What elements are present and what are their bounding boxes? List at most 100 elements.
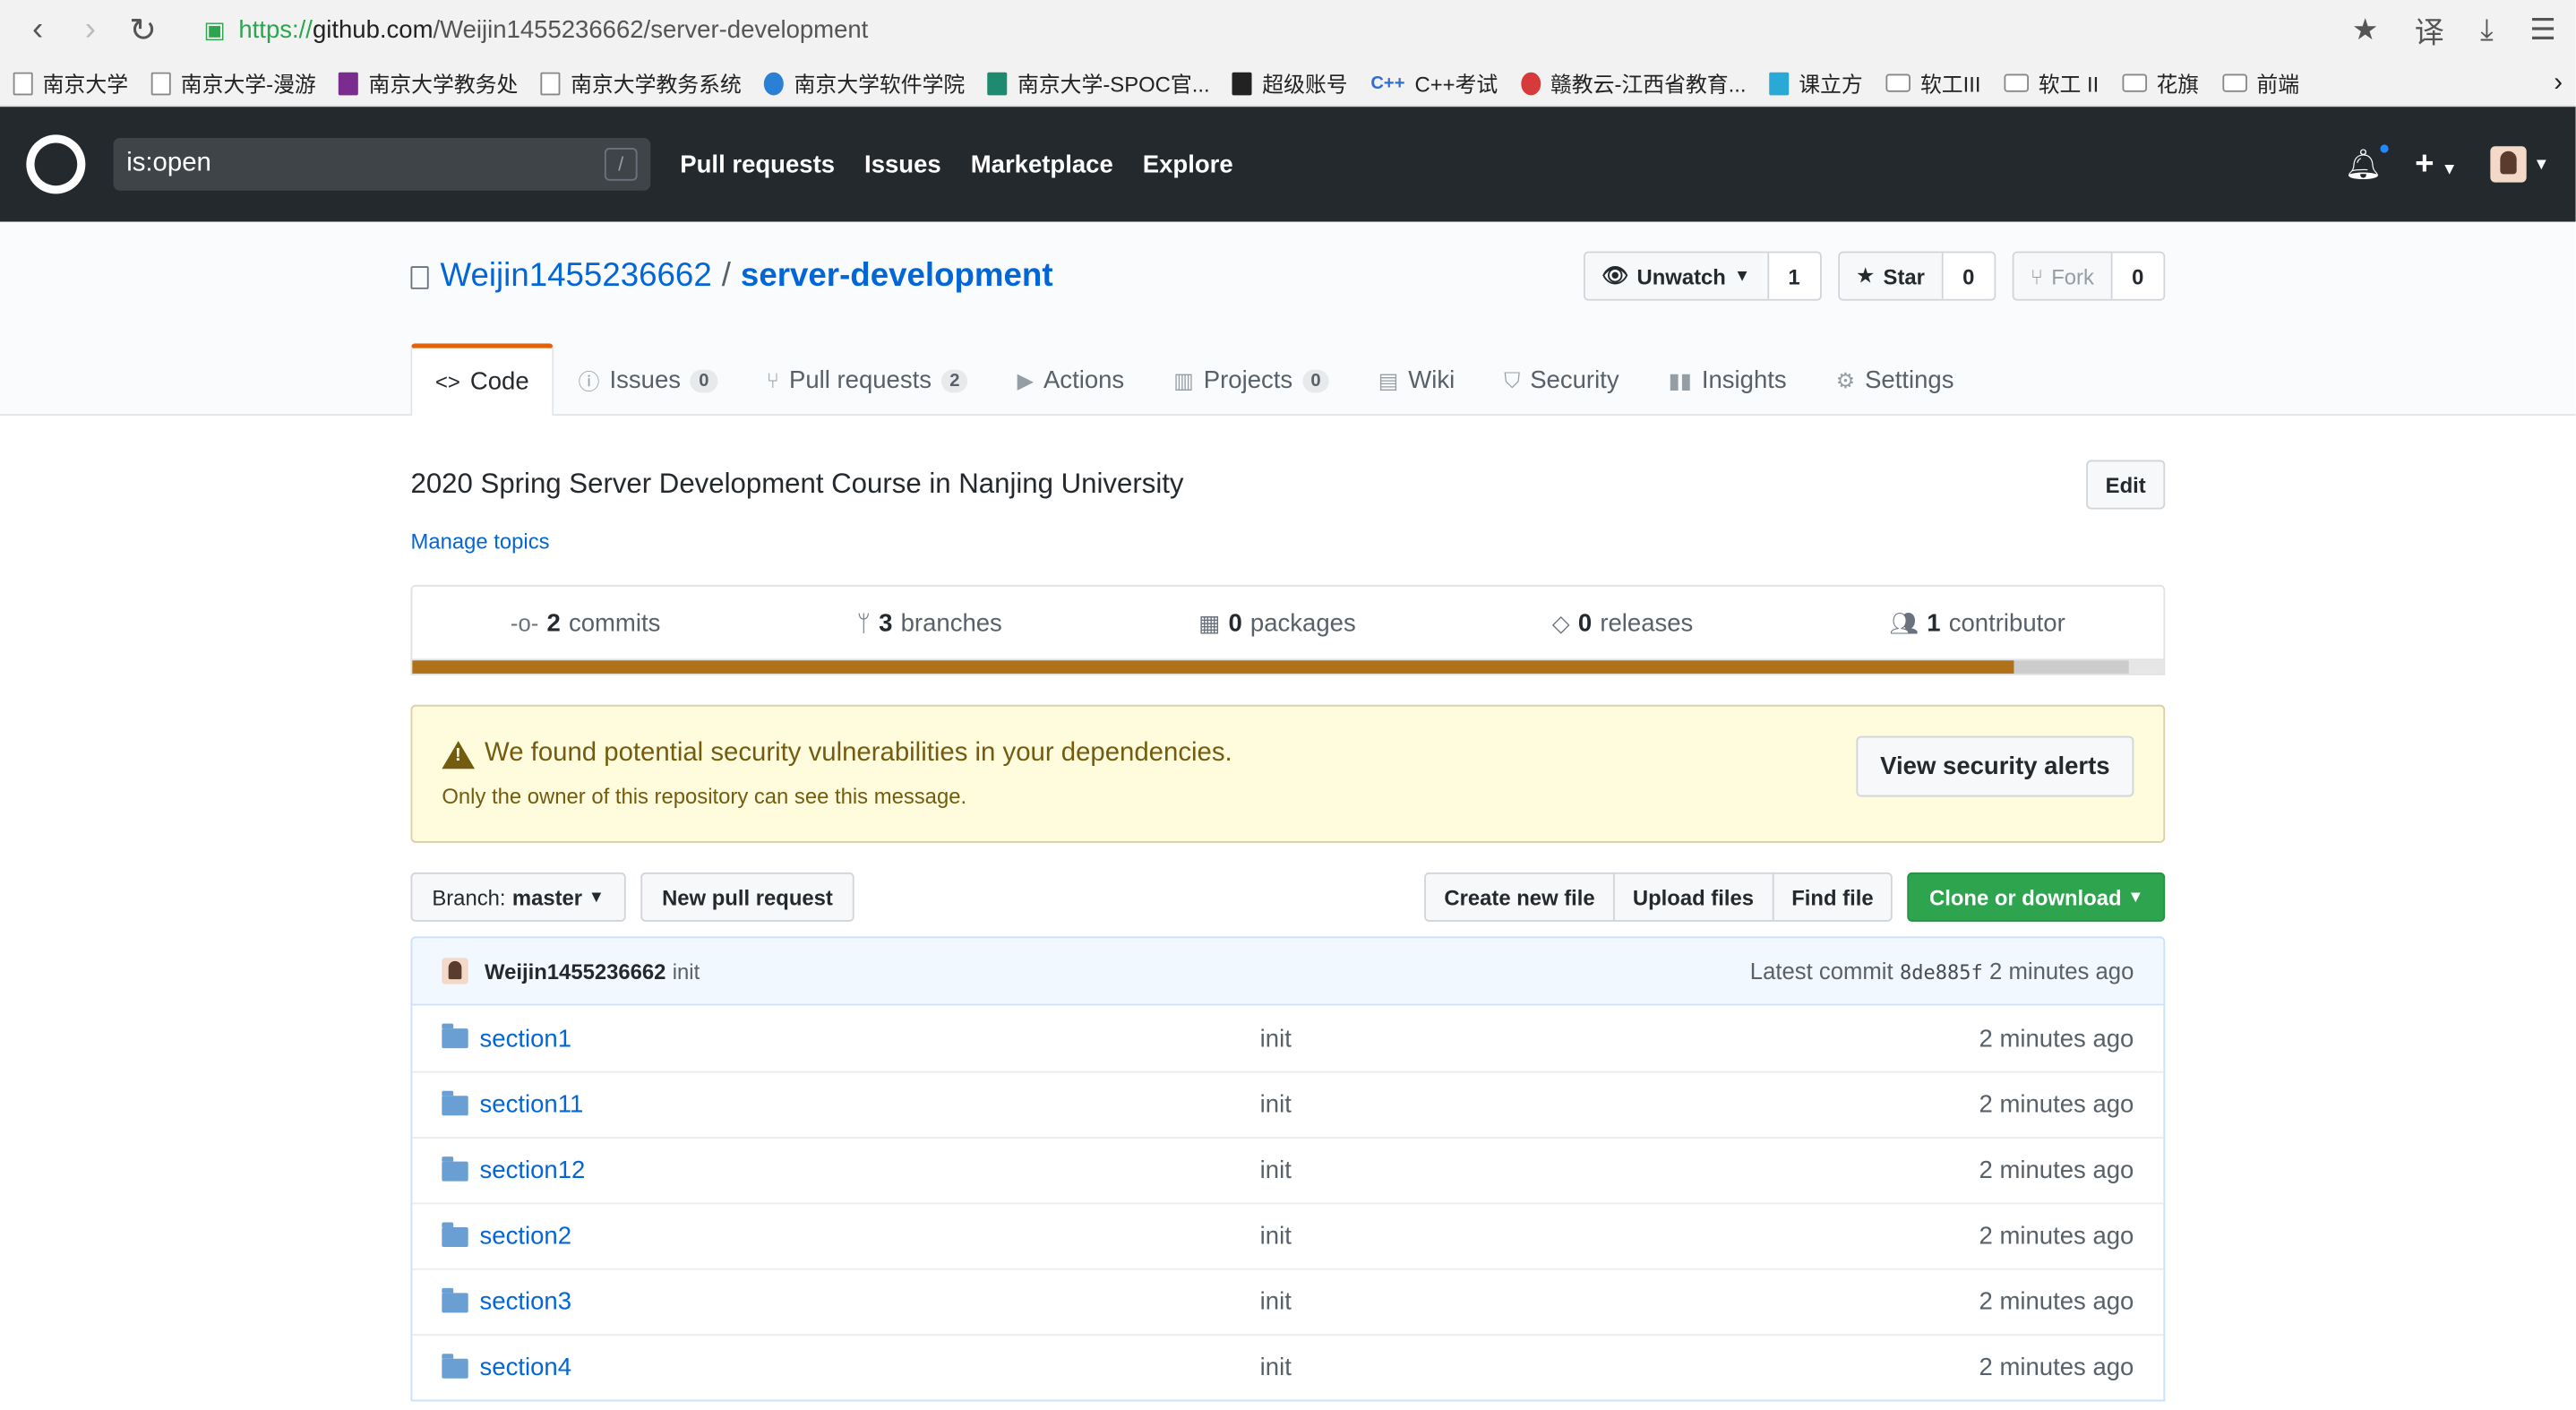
commit-message[interactable]: init	[673, 959, 700, 984]
language-bar[interactable]	[410, 660, 2166, 675]
fork-button[interactable]: ⑂ Fork	[2014, 253, 2111, 299]
packages-link[interactable]: ▦ 0 packages	[1198, 608, 1356, 636]
file-commit-message[interactable]: init	[1260, 1024, 1979, 1052]
find-file-button[interactable]: Find file	[1772, 872, 1893, 922]
folder-icon	[442, 1286, 468, 1312]
branches-link[interactable]: ᛘ 3 branches	[857, 608, 1002, 636]
bookmark-item[interactable]: 前端	[2221, 67, 2299, 99]
file-name-link[interactable]: section1	[480, 1024, 1260, 1052]
bookmark-item[interactable]: C++ C++考试	[1370, 67, 1498, 99]
notifications-bell-icon[interactable]: 🔔︎	[2344, 140, 2392, 182]
language-segment[interactable]	[412, 660, 2015, 674]
unread-dot	[2376, 140, 2392, 156]
back-icon[interactable]: ‹	[20, 12, 56, 48]
upload-files-button[interactable]: Upload files	[1612, 872, 1774, 922]
tab-wiki[interactable]: ▤ Wiki	[1353, 343, 1480, 416]
address-bar[interactable]: ▣ https://github.com/Weijin1455236662/se…	[203, 16, 2351, 44]
star-count[interactable]: 0	[1941, 253, 1995, 299]
file-commit-message[interactable]: init	[1260, 1288, 1979, 1316]
bookmark-item[interactable]: 超级账号	[1232, 67, 1348, 99]
fork-count[interactable]: 0	[2110, 253, 2164, 299]
manage-topics-link[interactable]: Manage topics	[411, 529, 2166, 555]
releases-link[interactable]: ◇ 0 releases	[1552, 608, 1693, 636]
file-commit-message[interactable]: init	[1260, 1222, 1979, 1250]
bookmark-item[interactable]: 课立方	[1769, 67, 1863, 99]
tab-code[interactable]: <> Code	[410, 343, 554, 417]
bookmark-item[interactable]: 南京大学-漫游	[150, 67, 316, 99]
avatar[interactable]	[442, 958, 468, 984]
new-pull-request-button[interactable]: New pull request	[640, 872, 854, 922]
file-name-link[interactable]: section2	[480, 1222, 1260, 1250]
file-name-link[interactable]: section12	[480, 1156, 1260, 1184]
nav-marketplace[interactable]: Marketplace	[971, 150, 1113, 178]
file-name-link[interactable]: section11	[480, 1091, 1260, 1119]
globe-icon	[764, 71, 785, 95]
language-segment[interactable]	[2014, 660, 2129, 674]
star-button[interactable]: ★ Star	[1839, 253, 1942, 299]
play-icon: ▶	[1017, 366, 1034, 392]
branch-select-button[interactable]: Branch: master ▼	[410, 872, 626, 922]
tab-label: Security	[1530, 365, 1619, 395]
file-row: section3 init 2 minutes ago	[412, 1268, 2164, 1334]
nav-explore[interactable]: Explore	[1143, 150, 1233, 178]
search-value: is:open	[126, 149, 211, 178]
menu-icon[interactable]: ☰	[2529, 13, 2556, 48]
contributors-link[interactable]: 👥︎ 1 contributor	[1890, 608, 2065, 636]
bookmark-item[interactable]: 花旗	[2121, 67, 2199, 99]
translate-icon[interactable]: 译	[2415, 9, 2444, 52]
bookmark-item[interactable]: 南京大学教务处	[339, 67, 518, 99]
bookmark-item[interactable]: 南京大学-SPOC官...	[987, 67, 1210, 99]
forward-icon[interactable]: ›	[73, 12, 108, 48]
file-commit-message[interactable]: init	[1260, 1091, 1979, 1119]
caret-down-icon: ▼	[2533, 155, 2550, 174]
clone-or-download-button[interactable]: Clone or download ▼	[1908, 872, 2166, 922]
reload-icon[interactable]: ↻	[125, 13, 160, 49]
create-new-file-button[interactable]: Create new file	[1424, 872, 1615, 922]
bookmarks-overflow-icon[interactable]: ›	[2554, 68, 2563, 98]
file-commit-message[interactable]: init	[1260, 1354, 1979, 1381]
commits-link[interactable]: -o- 2 commits	[511, 608, 660, 636]
file-commit-message[interactable]: init	[1260, 1156, 1979, 1184]
branch-icon: ᛘ	[856, 609, 871, 636]
file-name-link[interactable]: section3	[480, 1288, 1260, 1316]
fork-icon: ⑂	[2030, 263, 2044, 288]
repo-owner-link[interactable]: Weijin1455236662	[441, 258, 712, 296]
bookmark-item[interactable]: 南京大学	[13, 67, 128, 99]
commit-sha[interactable]: 8de885f	[1900, 961, 1983, 984]
commit-icon: -o-	[510, 609, 539, 636]
bookmark-item[interactable]: 南京大学软件学院	[764, 67, 965, 99]
tab-pull-requests[interactable]: ⑂ Pull requests 2	[742, 343, 992, 416]
bookmark-item[interactable]: 软工III	[1885, 67, 1981, 99]
file-name-link[interactable]: section4	[480, 1354, 1260, 1381]
bookmark-item[interactable]: 软工 II	[2004, 67, 2099, 99]
tab-insights[interactable]: ▮▮ Insights	[1644, 343, 1811, 416]
bookmark-item[interactable]: 南京大学教务系统	[541, 67, 742, 99]
tab-issues[interactable]: ⓘ Issues 0	[554, 343, 742, 416]
language-segment[interactable]	[2128, 660, 2164, 674]
watch-count[interactable]: 1	[1766, 253, 1820, 299]
nav-issues[interactable]: Issues	[864, 150, 941, 178]
lock-icon: ▣	[203, 16, 226, 43]
tab-projects[interactable]: ▥ Projects 0	[1149, 343, 1354, 416]
bookmark-star-icon[interactable]: ★	[2352, 13, 2379, 48]
create-new-menu[interactable]: + ▼	[2415, 145, 2458, 183]
commit-author[interactable]: Weijin1455236662	[485, 959, 665, 984]
repo-name-link[interactable]: server-development	[741, 258, 1053, 296]
github-logo-icon[interactable]	[26, 134, 86, 194]
tab-security[interactable]: ⛉ Security	[1480, 343, 1644, 416]
download-icon[interactable]: ⤓	[2480, 13, 2494, 48]
edit-button[interactable]: Edit	[2086, 460, 2166, 510]
user-menu[interactable]: ▼	[2490, 146, 2550, 183]
search-input[interactable]: is:open /	[113, 138, 651, 191]
view-security-alerts-button[interactable]: View security alerts	[1856, 735, 2134, 797]
file-age: 2 minutes ago	[1979, 1287, 2134, 1317]
page-icon	[150, 71, 171, 95]
tab-settings[interactable]: ⚙ Settings	[1811, 343, 1979, 416]
folder-icon	[442, 1156, 468, 1181]
star-button-group: ★ Star 0	[1837, 251, 1996, 301]
bookmark-item[interactable]: 赣教云-江西省教育...	[1520, 67, 1747, 99]
unwatch-button[interactable]: 👁︎ Unwatch ▼	[1584, 253, 1767, 299]
nav-pull-requests[interactable]: Pull requests	[680, 150, 835, 178]
tab-label: Pull requests	[788, 365, 932, 395]
tab-actions[interactable]: ▶ Actions	[992, 343, 1149, 416]
